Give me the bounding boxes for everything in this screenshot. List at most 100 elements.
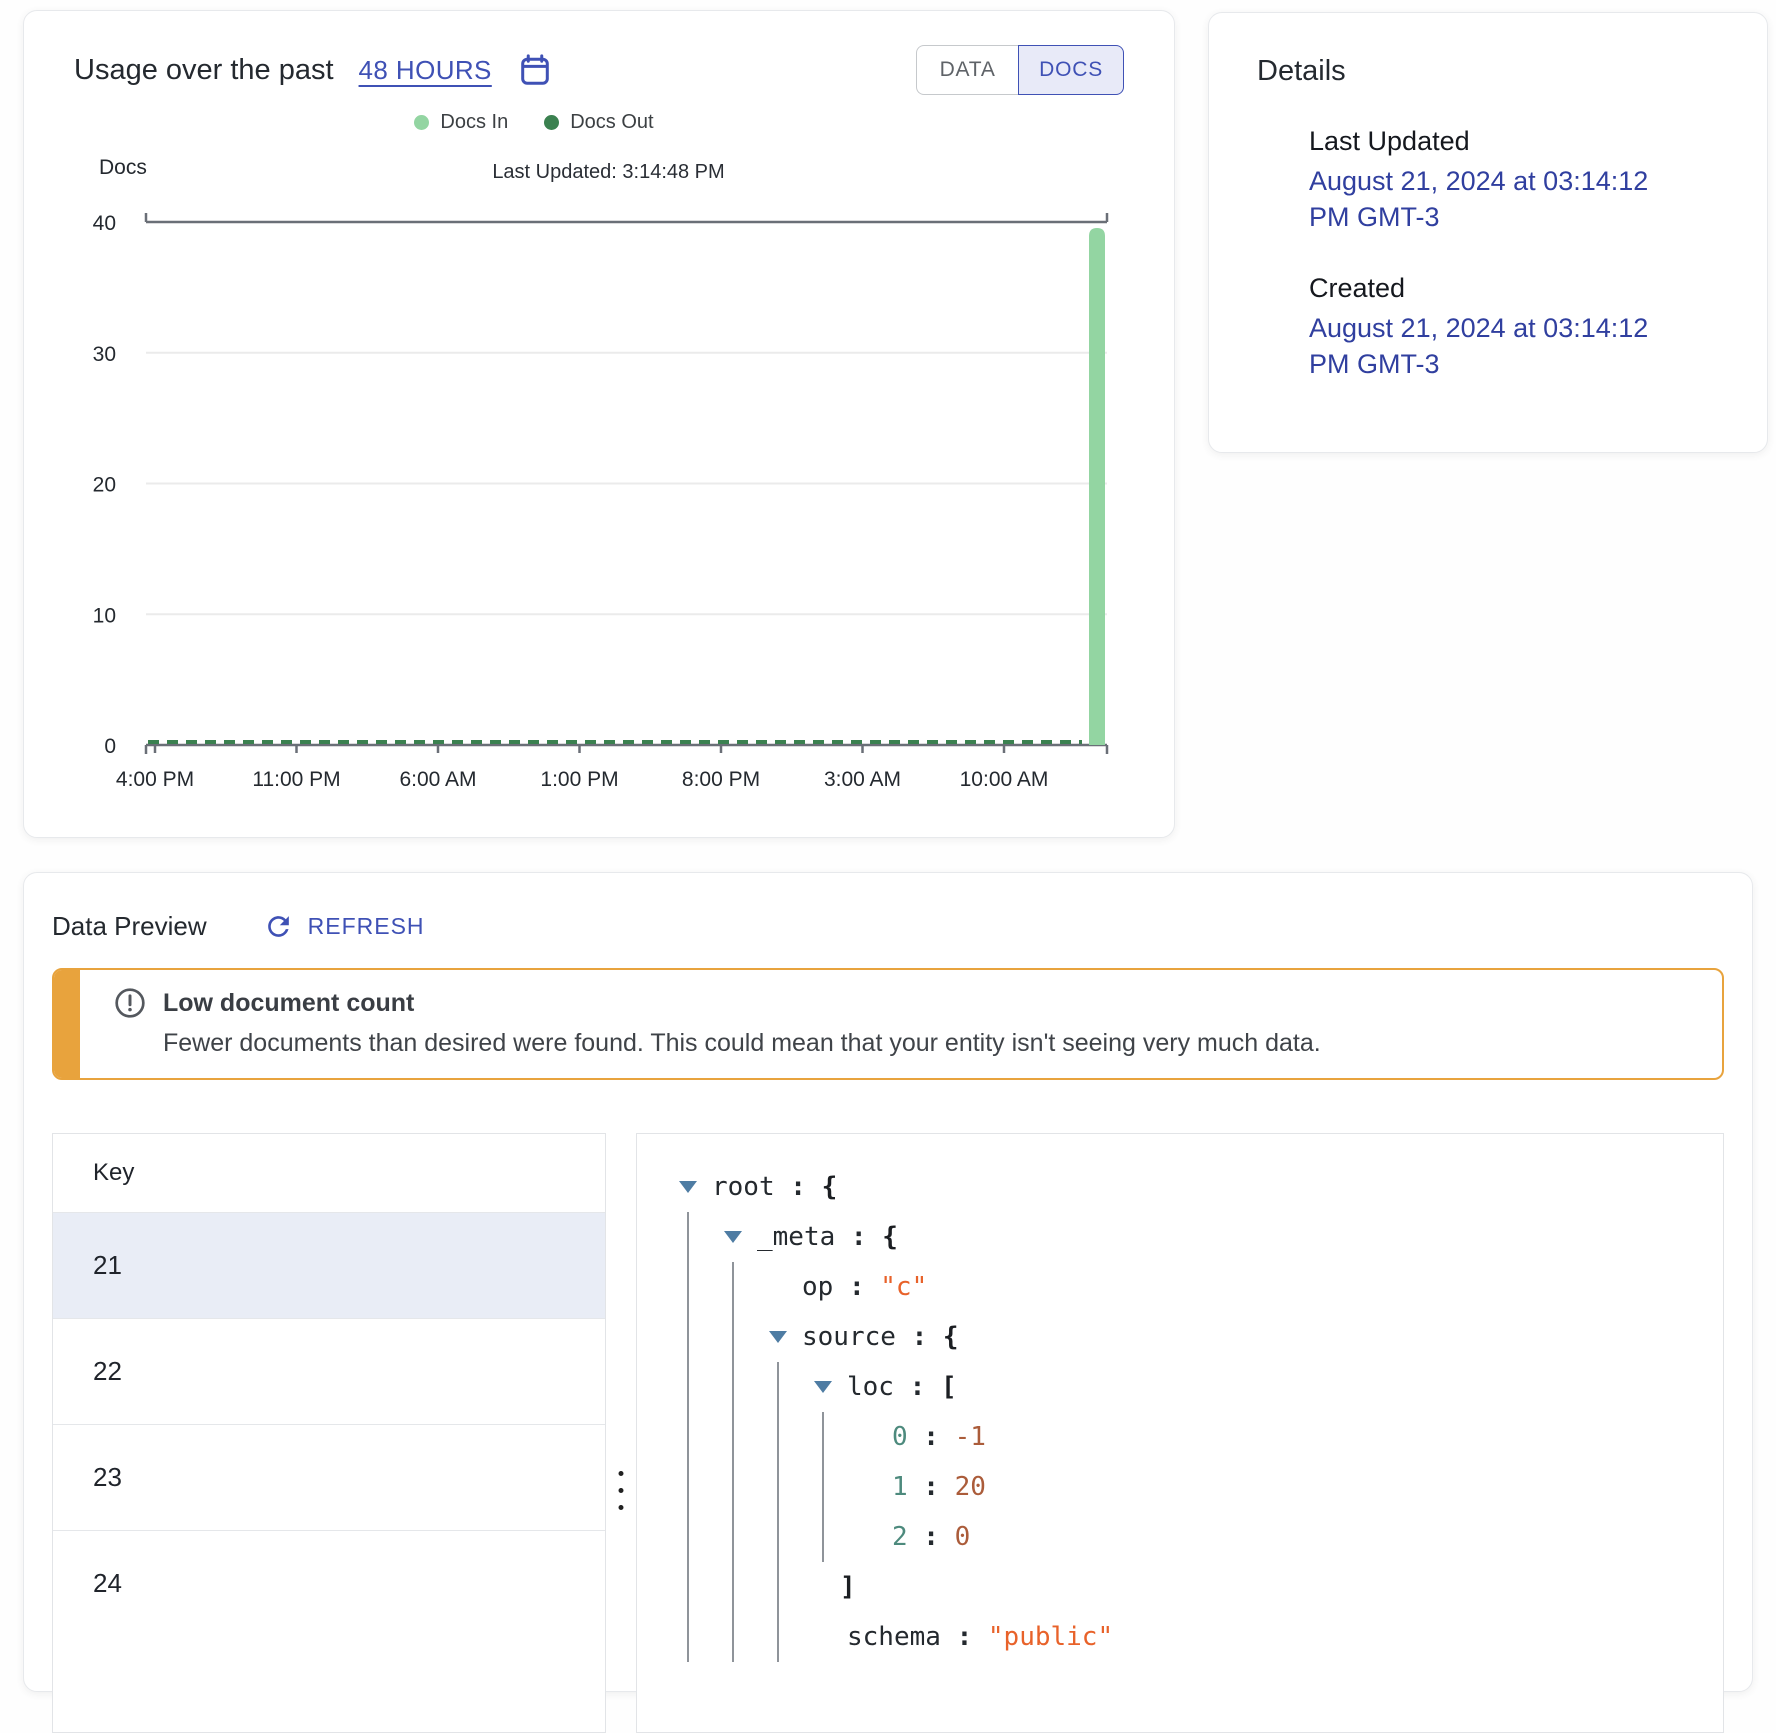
- chart-text: Docs: [99, 156, 147, 179]
- tree-node-row[interactable]: loc : [: [814, 1362, 1703, 1412]
- chart-text: 1:00 PM: [540, 768, 618, 791]
- details-card: Details Last Updated August 21, 2024 at …: [1208, 12, 1768, 453]
- legend-label: Docs Out: [570, 111, 653, 134]
- preview-panels: Key 21222324 root : {_meta : {op : "c"so…: [52, 1133, 1724, 1733]
- chart-text: 10:00 AM: [960, 768, 1049, 791]
- refresh-label: REFRESH: [308, 913, 425, 940]
- chart-text: 40: [93, 212, 116, 235]
- refresh-button[interactable]: REFRESH: [263, 911, 425, 942]
- detail-label: Created: [1309, 273, 1719, 304]
- tree-value: 0: [955, 1522, 971, 1552]
- data-preview-card: Data Preview REFRESH: [23, 872, 1753, 1692]
- tree-node-row[interactable]: root : {: [679, 1162, 1703, 1212]
- chart-text: 6:00 AM: [399, 768, 476, 791]
- tree-colon: :: [908, 1522, 955, 1552]
- tree-open-bracket: {: [943, 1322, 959, 1352]
- refresh-icon: [263, 911, 294, 942]
- triangle-down-icon[interactable]: [724, 1231, 742, 1243]
- tree-node-row[interactable]: _meta : {: [724, 1212, 1703, 1262]
- tree-colon: :: [896, 1322, 943, 1352]
- chart-text: 10: [93, 604, 116, 627]
- usage-chart: 4:00 PM 11:00 PM 6:00 AM 1:00 PM 8:00 PM 3:00…: [54, 140, 1164, 800]
- warning-description: Fewer documents than desired were found.…: [163, 1029, 1698, 1058]
- tab-data[interactable]: DATA: [916, 45, 1018, 95]
- chart-text: 8:00 PM: [682, 768, 760, 791]
- tree-colon: :: [833, 1272, 880, 1302]
- chart-text: 20: [93, 474, 116, 497]
- chart-text: Last Updated: 3:14:48 PM: [492, 161, 724, 183]
- alert-circle-icon: [113, 986, 147, 1020]
- docs-in-bar: [1089, 228, 1105, 745]
- key-table-row[interactable]: 23: [53, 1424, 605, 1530]
- tree-open-bracket: [: [941, 1372, 957, 1402]
- chart-text: 11:00 PM: [252, 768, 340, 791]
- tree-colon: :: [894, 1372, 941, 1402]
- detail-value: August 21, 2024 at 03:14:12 PM GMT-3: [1309, 164, 1679, 235]
- legend-dot-docs-in: [414, 115, 429, 130]
- data-preview-title: Data Preview: [52, 911, 207, 942]
- triangle-down-icon[interactable]: [679, 1181, 697, 1193]
- detail-item-last-updated: Last Updated August 21, 2024 at 03:14:12…: [1309, 126, 1719, 235]
- legend-dot-docs-out: [544, 115, 559, 130]
- tab-docs[interactable]: DOCS: [1018, 45, 1124, 95]
- warning-title-row: Low document count: [113, 986, 1698, 1020]
- tree-key: _meta: [757, 1222, 835, 1252]
- legend-item-docs-in: Docs In: [414, 111, 508, 134]
- tree-open-bracket: {: [882, 1222, 898, 1252]
- tree-key: 0: [892, 1422, 908, 1452]
- details-title: Details: [1257, 55, 1719, 88]
- data-preview-header: Data Preview REFRESH: [52, 911, 1724, 942]
- tree-close-bracket: ]: [814, 1562, 1703, 1612]
- tree-leaf-row: 2 : 0: [859, 1512, 1703, 1562]
- warning-body: Low document count Fewer documents than …: [54, 970, 1722, 1078]
- tree-leaf-row: 1 : 20: [859, 1462, 1703, 1512]
- tree-value: 20: [955, 1472, 986, 1502]
- json-tree-panel: root : {_meta : {op : "c"source : {loc :…: [636, 1133, 1724, 1733]
- warning-accent-bar: [54, 970, 80, 1078]
- tree-key: 2: [892, 1522, 908, 1552]
- chart-legend: Docs In Docs Out: [24, 111, 1174, 134]
- time-range-link[interactable]: 48 HOURS: [359, 55, 492, 86]
- tree-leaf-row: op : "c": [769, 1262, 1703, 1312]
- usage-card-header: Usage over the past 48 HOURS DATADOCS: [24, 11, 1174, 95]
- chart-text: 30: [93, 343, 116, 366]
- tree-open-bracket: {: [822, 1172, 838, 1202]
- tree-key: loc: [847, 1372, 894, 1402]
- data-docs-toggle: DATADOCS: [916, 45, 1124, 95]
- key-table-row[interactable]: 21: [53, 1212, 605, 1318]
- calendar-icon[interactable]: [517, 52, 553, 88]
- tree-value: "c": [880, 1272, 927, 1302]
- usage-card: Usage over the past 48 HOURS DATADOCS Do…: [23, 10, 1175, 838]
- tree-key: op: [802, 1272, 833, 1302]
- key-table-row[interactable]: 24: [53, 1530, 605, 1636]
- tree-node-row[interactable]: source : {: [769, 1312, 1703, 1362]
- vertical-dots-drag-icon[interactable]: [619, 1471, 624, 1510]
- tree-value: -1: [955, 1422, 986, 1452]
- triangle-down-icon[interactable]: [814, 1381, 832, 1393]
- key-table: Key 21222324: [52, 1133, 606, 1733]
- key-table-row[interactable]: 22: [53, 1318, 605, 1424]
- tree-colon: :: [908, 1422, 955, 1452]
- chart-text: 4:00 PM: [116, 768, 194, 791]
- usage-title: Usage over the past: [74, 54, 334, 87]
- chart-text: 0: [104, 735, 116, 758]
- triangle-down-icon[interactable]: [769, 1331, 787, 1343]
- tree-leaf-row: 0 : -1: [859, 1412, 1703, 1462]
- tree-colon: :: [835, 1222, 882, 1252]
- key-table-header: Key: [53, 1134, 605, 1212]
- usage-title-group: Usage over the past 48 HOURS: [74, 52, 553, 88]
- legend-label: Docs In: [440, 111, 508, 134]
- tree-leaf-row: schema : "public": [814, 1612, 1703, 1662]
- detail-item-created: Created August 21, 2024 at 03:14:12 PM G…: [1309, 273, 1719, 382]
- tree-colon: :: [908, 1472, 955, 1502]
- detail-value: August 21, 2024 at 03:14:12 PM GMT-3: [1309, 311, 1679, 382]
- legend-item-docs-out: Docs Out: [544, 111, 653, 134]
- low-document-count-warning: Low document count Fewer documents than …: [52, 968, 1724, 1080]
- chart-text: 3:00 AM: [824, 768, 901, 791]
- tree-key: 1: [892, 1472, 908, 1502]
- warning-title: Low document count: [163, 989, 414, 1018]
- panel-resize-handle[interactable]: [606, 1133, 636, 1733]
- detail-label: Last Updated: [1309, 126, 1719, 157]
- tree-colon: :: [775, 1172, 822, 1202]
- tree-close-bracket-glyph: ]: [840, 1572, 856, 1602]
